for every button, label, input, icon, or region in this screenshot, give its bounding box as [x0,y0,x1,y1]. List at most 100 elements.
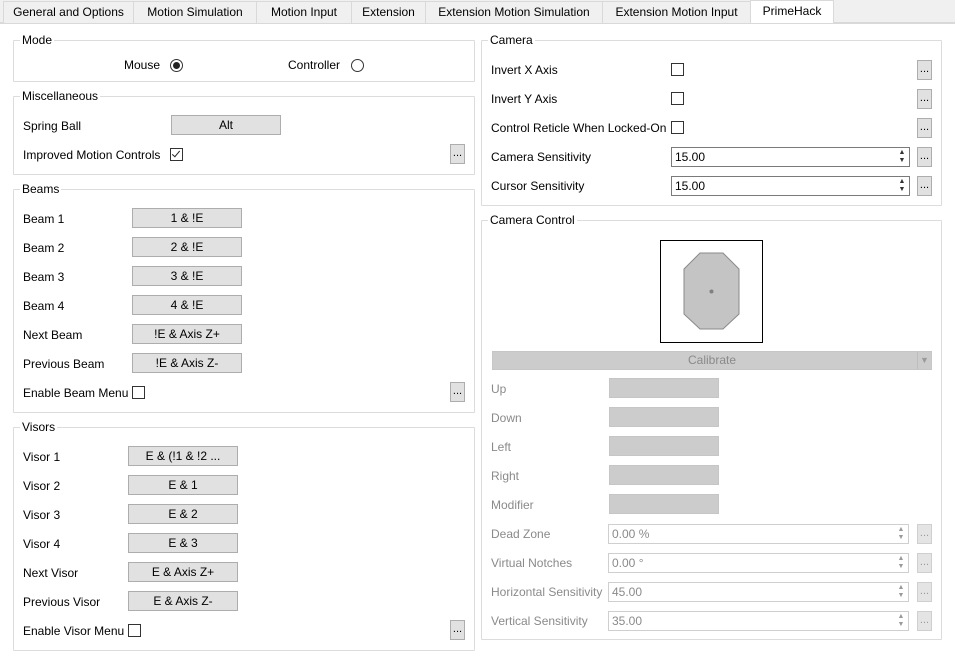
controller-radio-label[interactable]: Controller [288,57,340,73]
spin-up-icon[interactable]: ▲ [896,149,908,157]
spin-arrows[interactable]: ▲ ▼ [895,584,907,600]
tab-bar: General and Options Motion Simulation Mo… [0,0,955,24]
virtual-notches-more-button[interactable]: ... [917,553,932,573]
virtual-notches-value: 0.00 ° [612,556,644,570]
up-binding-button[interactable] [609,378,719,398]
calibrate-label: Calibrate [687,353,737,367]
tab-extension-motion-input[interactable]: Extension Motion Input [602,1,751,23]
beam-3-binding-button[interactable]: 3 & !E [132,266,242,286]
control-reticle-checkbox[interactable] [671,121,684,134]
tab-label: Motion Simulation [147,5,243,19]
chevron-down-icon[interactable]: ▼ [917,352,931,369]
spin-up-icon[interactable]: ▲ [895,613,907,621]
tab-motion-simulation[interactable]: Motion Simulation [133,1,257,23]
camera-sensitivity-more-button[interactable]: ... [917,147,932,167]
spin-down-icon[interactable]: ▼ [896,157,908,165]
spring-ball-binding-button[interactable]: Alt [171,115,281,135]
invert-x-axis-label: Invert X Axis [491,63,558,77]
camera-control-group: Camera Control Calibrate ▼ Up Down Left … [481,213,942,640]
spin-arrows[interactable]: ▲ ▼ [895,613,907,629]
cursor-sensitivity-more-button[interactable]: ... [917,176,932,196]
enable-visor-menu-label: Enable Visor Menu [23,624,125,638]
camera-sensitivity-spinbox[interactable]: 15.00 ▲ ▼ [671,147,910,167]
spin-arrows[interactable]: ▲ ▼ [895,555,907,571]
misc-more-button[interactable]: ... [450,144,465,164]
spin-up-icon[interactable]: ▲ [896,178,908,186]
invert-x-axis-checkbox[interactable] [671,63,684,76]
invert-y-more-button[interactable]: ... [917,89,932,109]
beam-3-label: Beam 3 [23,270,65,284]
mouse-radio-label[interactable]: Mouse [124,57,160,73]
spin-down-icon[interactable]: ▼ [895,592,907,600]
controller-radio[interactable] [351,59,364,72]
tab-label: Motion Input [270,5,338,19]
tab-primehack[interactable]: PrimeHack [750,0,834,24]
modifier-binding-button[interactable] [609,494,719,514]
tab-label: Extension Motion Input [615,5,738,19]
tab-general-and-options[interactable]: General and Options [3,1,134,23]
spin-down-icon[interactable]: ▼ [895,563,907,571]
beams-group: Beams Beam 1 1 & !E Beam 2 2 & !E Beam 3… [13,182,475,413]
camera-sensitivity-label: Camera Sensitivity [491,150,592,164]
improved-motion-controls-checkbox[interactable] [170,148,183,161]
beams-group-title: Beams [20,182,62,196]
visor-3-label: Visor 3 [23,508,61,522]
cursor-sensitivity-spinbox[interactable]: 15.00 ▲ ▼ [671,176,910,196]
next-visor-label: Next Visor [23,566,79,580]
dead-zone-spinbox[interactable]: 0.00 % ▲ ▼ [608,524,909,544]
vertical-sensitivity-spinbox[interactable]: 35.00 ▲ ▼ [608,611,909,631]
miscellaneous-group-title: Miscellaneous [20,89,101,103]
tab-motion-input[interactable]: Motion Input [256,1,352,23]
tab-extension[interactable]: Extension [351,1,426,23]
vertical-sensitivity-more-button[interactable]: ... [917,611,932,631]
beam-1-label: Beam 1 [23,212,65,226]
beams-more-button[interactable]: ... [450,382,465,402]
beam-1-binding-button[interactable]: 1 & !E [132,208,242,228]
dead-zone-more-button[interactable]: ... [917,524,932,544]
spring-ball-label: Spring Ball [23,119,82,133]
invert-y-axis-checkbox[interactable] [671,92,684,105]
beam-2-binding-button[interactable]: 2 & !E [132,237,242,257]
tab-label: Extension Motion Simulation [438,5,590,19]
control-reticle-more-button[interactable]: ... [917,118,932,138]
calibrate-dropdown[interactable]: Calibrate ▼ [492,351,932,370]
tab-extension-motion-simulation[interactable]: Extension Motion Simulation [425,1,603,23]
next-visor-binding-button[interactable]: E & Axis Z+ [128,562,238,582]
previous-visor-binding-button[interactable]: E & Axis Z- [128,591,238,611]
left-binding-button[interactable] [609,436,719,456]
visor-4-binding-button[interactable]: E & 3 [128,533,238,553]
virtual-notches-spinbox[interactable]: 0.00 ° ▲ ▼ [608,553,909,573]
next-beam-label: Next Beam [23,328,83,342]
spin-arrows[interactable]: ▲ ▼ [895,526,907,542]
visor-2-binding-button[interactable]: E & 1 [128,475,238,495]
spin-arrows[interactable]: ▲ ▼ [896,178,908,194]
spin-down-icon[interactable]: ▼ [895,534,907,542]
right-binding-button[interactable] [609,465,719,485]
spin-down-icon[interactable]: ▼ [896,186,908,194]
previous-beam-binding-button[interactable]: !E & Axis Z- [132,353,242,373]
visors-more-button[interactable]: ... [450,620,465,640]
visor-3-binding-button[interactable]: E & 2 [128,504,238,524]
visors-group: Visors Visor 1 E & (!1 & !2 ... Visor 2 … [13,420,475,651]
vertical-sensitivity-label: Vertical Sensitivity [491,614,588,628]
spin-arrows[interactable]: ▲ ▼ [896,149,908,165]
visor-1-binding-button[interactable]: E & (!1 & !2 ... [128,446,238,466]
previous-visor-label: Previous Visor [23,595,101,609]
next-beam-binding-button[interactable]: !E & Axis Z+ [132,324,242,344]
visor-4-label: Visor 4 [23,537,61,551]
horizontal-sensitivity-more-button[interactable]: ... [917,582,932,602]
visors-group-title: Visors [20,420,58,434]
mouse-radio[interactable] [170,59,183,72]
horizontal-sensitivity-spinbox[interactable]: 45.00 ▲ ▼ [608,582,909,602]
camera-control-group-title: Camera Control [488,213,577,227]
enable-visor-menu-checkbox[interactable] [128,624,141,637]
dead-zone-label: Dead Zone [491,527,551,541]
spin-up-icon[interactable]: ▲ [895,555,907,563]
enable-beam-menu-checkbox[interactable] [132,386,145,399]
beam-4-binding-button[interactable]: 4 & !E [132,295,242,315]
spin-up-icon[interactable]: ▲ [895,526,907,534]
invert-x-more-button[interactable]: ... [917,60,932,80]
spin-down-icon[interactable]: ▼ [895,621,907,629]
spin-up-icon[interactable]: ▲ [895,584,907,592]
down-binding-button[interactable] [609,407,719,427]
